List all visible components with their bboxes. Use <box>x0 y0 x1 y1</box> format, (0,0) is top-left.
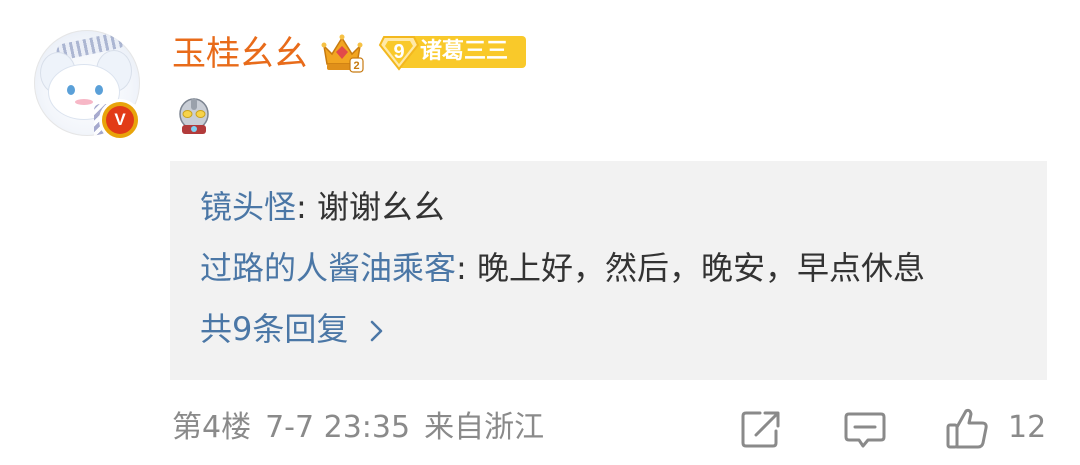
like-button[interactable]: 12 <box>944 405 1054 451</box>
chevron-right-icon <box>370 320 382 342</box>
floor-number: 第4楼 <box>172 410 252 445</box>
more-replies-link[interactable]: 共9条回复 <box>200 307 385 351</box>
more-replies-label: 共9条回复 <box>200 310 349 348</box>
fan-level: 9 <box>393 41 405 63</box>
comment-item: V 玉桂幺幺 2 诸葛三三 9 镜头怪: 谢谢幺幺 过路的人酱油乘客: 晚上好，… <box>0 0 1080 465</box>
comment-meta: 第4楼 7-7 23:35 来自浙江 <box>172 406 558 450</box>
thumbs-up-icon <box>946 408 988 449</box>
reply-username[interactable]: 镜头怪 <box>200 188 296 226</box>
ultraman-badge-icon <box>179 98 209 134</box>
timestamp: 7-7 23:35 <box>265 410 411 445</box>
crown-vip-icon[interactable]: 2 <box>320 32 364 74</box>
verified-badge-icon: V <box>99 99 141 141</box>
reply-item[interactable]: 过路的人酱油乘客: 晚上好，然后，晚安，早点休息 <box>200 246 925 290</box>
fan-badge-label: 诸葛三三 <box>420 39 509 64</box>
username[interactable]: 玉桂幺幺 <box>172 32 308 76</box>
reply-username[interactable]: 过路的人酱油乘客 <box>200 249 456 287</box>
like-count: 12 <box>1008 410 1047 445</box>
share-icon[interactable] <box>738 405 782 451</box>
svg-text:2: 2 <box>353 60 359 72</box>
location: 来自浙江 <box>424 410 545 445</box>
reply-text: 谢谢幺幺 <box>316 188 445 226</box>
replies-preview[interactable]: 镜头怪: 谢谢幺幺 过路的人酱油乘客: 晚上好，然后，晚安，早点休息 共9条回复 <box>170 161 1047 380</box>
reply-item[interactable]: 镜头怪: 谢谢幺幺 <box>200 185 445 229</box>
reply-text: 晚上好，然后，晚安，早点休息 <box>476 249 925 287</box>
fan-badge[interactable]: 诸葛三三 9 <box>378 33 528 71</box>
comment-icon[interactable] <box>842 405 888 451</box>
